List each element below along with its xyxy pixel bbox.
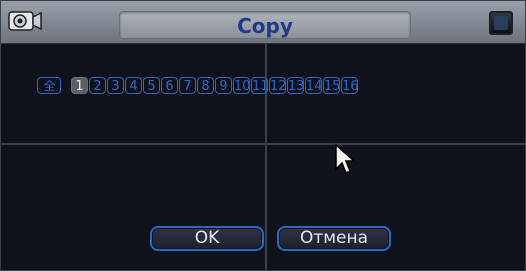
channel-button[interactable]: 16 xyxy=(341,77,359,94)
channel-button[interactable]: 7 xyxy=(179,77,196,94)
channel-button[interactable]: 15 xyxy=(323,77,341,94)
close-icon[interactable] xyxy=(489,11,513,35)
channel-all-button[interactable]: 全 xyxy=(37,77,61,94)
copy-dialog: Copy 全 1 2 3 4 5 6 7 8 9 10 11 12 13 14 … xyxy=(0,0,526,271)
channel-button[interactable]: 12 xyxy=(269,77,287,94)
channel-button[interactable]: 13 xyxy=(287,77,305,94)
grid-divider-horizontal xyxy=(1,143,525,145)
channel-button[interactable]: 8 xyxy=(197,77,214,94)
channel-button[interactable]: 4 xyxy=(125,77,142,94)
dialog-title: Copy xyxy=(237,14,293,38)
channel-button[interactable]: 2 xyxy=(89,77,106,94)
channel-button[interactable]: 5 xyxy=(143,77,160,94)
channel-button[interactable]: 6 xyxy=(161,77,178,94)
title-bar: Copy xyxy=(1,1,525,44)
video-camera-logo-icon xyxy=(8,11,42,31)
channel-button[interactable]: 9 xyxy=(215,77,232,94)
cancel-button[interactable]: Отмена xyxy=(277,226,391,251)
ok-button[interactable]: OK xyxy=(150,226,264,251)
channel-selector: 全 1 2 3 4 5 6 7 8 9 10 11 12 13 14 15 16 xyxy=(37,77,359,97)
channel-button[interactable]: 11 xyxy=(251,77,269,94)
title-field: Copy xyxy=(119,11,411,39)
channel-button[interactable]: 14 xyxy=(305,77,323,94)
channel-button[interactable]: 10 xyxy=(233,77,251,94)
channel-button[interactable]: 3 xyxy=(107,77,124,94)
channel-button[interactable]: 1 xyxy=(71,77,88,94)
mouse-pointer-icon xyxy=(335,143,356,175)
